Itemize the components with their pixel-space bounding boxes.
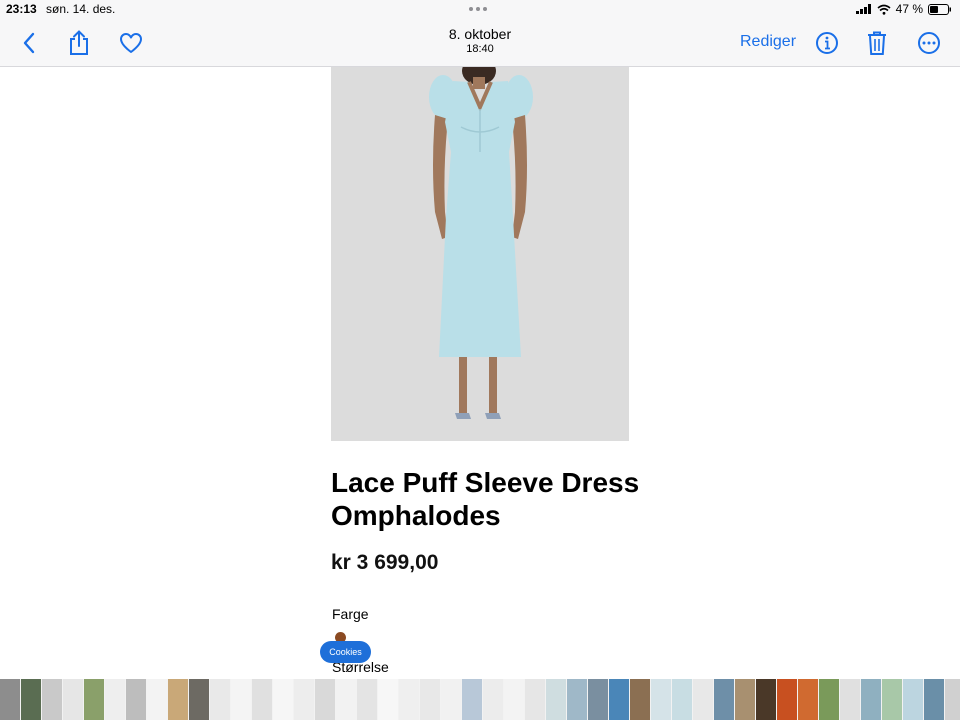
photo-thumbnail[interactable] [756,679,776,720]
photo-thumbnail[interactable] [630,679,650,720]
photo-thumbnail[interactable] [714,679,734,720]
photo-thumbnail[interactable] [42,679,62,720]
photo-time: 18:40 [466,43,494,55]
photo-thumbnail[interactable] [420,679,440,720]
photo-thumbnail[interactable] [861,679,881,720]
more-button[interactable] [913,27,945,59]
photo-thumbnail[interactable] [798,679,818,720]
photo-thumbnail[interactable] [462,679,482,720]
photo-date: 8. oktober [448,26,512,42]
delete-button[interactable] [861,27,893,59]
photo-thumbnail[interactable] [735,679,755,720]
more-icon [918,32,940,54]
product-photo [331,67,629,441]
photo-thumbnail[interactable] [693,679,713,720]
trash-icon [868,31,886,55]
photo-thumbnail[interactable] [882,679,902,720]
status-date: søn. 14. des. [46,2,116,16]
photo-thumbnail[interactable] [210,679,230,720]
photo-thumbnail[interactable] [168,679,188,720]
cookies-button[interactable]: Cookies [320,641,371,663]
photo-thumbnail[interactable] [651,679,671,720]
photo-thumbnail[interactable] [378,679,398,720]
photo-thumbnail[interactable] [924,679,944,720]
photo-thumbnail[interactable] [483,679,503,720]
photo-thumbnail[interactable] [840,679,860,720]
photo-thumbnail[interactable] [945,679,960,720]
photo-thumbnail[interactable] [399,679,419,720]
wifi-icon [877,4,891,15]
photo-thumbnail[interactable] [441,679,461,720]
photo-thumbnail[interactable] [0,679,20,720]
photo-thumbnail[interactable] [63,679,83,720]
photo-thumbnail[interactable] [336,679,356,720]
photo-thumbnail[interactable] [777,679,797,720]
favorite-button[interactable] [115,27,147,59]
photo-thumbnail[interactable] [588,679,608,720]
heart-icon [120,33,142,53]
photo-thumbnail-strip[interactable] [0,679,960,720]
photo-thumbnail[interactable] [21,679,41,720]
photo-thumbnail[interactable] [525,679,545,720]
photo-thumbnail[interactable] [315,679,335,720]
photo-thumbnail[interactable] [84,679,104,720]
product-title: Lace Puff Sleeve Dress Omphalodes [331,467,640,531]
back-button[interactable] [13,27,45,59]
photo-thumbnail[interactable] [819,679,839,720]
dress-model-illustration [331,67,629,441]
share-icon [70,30,88,55]
battery-icon [928,3,951,15]
edit-button[interactable]: Rediger [740,33,796,51]
back-chevron-icon [23,32,35,54]
photo-thumbnail[interactable] [147,679,167,720]
photo-thumbnail[interactable] [273,679,293,720]
info-icon [816,32,838,54]
photo-thumbnail[interactable] [546,679,566,720]
photo-thumbnail[interactable] [672,679,692,720]
product-price: kr 3 699,00 [331,551,439,574]
color-label: Farge [332,606,369,622]
photo-thumbnail[interactable] [567,679,587,720]
photo-thumbnail[interactable] [189,679,209,720]
status-time: 23:13 [6,2,37,16]
multitasking-dots-icon[interactable] [469,7,487,11]
status-indicators: 47 % [855,2,952,16]
cellular-signal-icon [855,4,871,14]
share-button[interactable] [63,27,95,59]
photo-thumbnail[interactable] [504,679,524,720]
photo-thumbnail[interactable] [294,679,314,720]
photo-thumbnail[interactable] [105,679,125,720]
battery-percent: 47 % [895,2,923,16]
photo-title: 8. oktober 18:40 [380,26,580,56]
photo-thumbnail[interactable] [252,679,272,720]
photo-thumbnail[interactable] [126,679,146,720]
photo-thumbnail[interactable] [903,679,923,720]
photo-thumbnail[interactable] [231,679,251,720]
photo-thumbnail[interactable] [609,679,629,720]
photo-thumbnail[interactable] [357,679,377,720]
top-toolbar: 23:13 søn. 14. des. 47 % 8. oktober 18:4… [0,0,960,67]
info-button[interactable] [811,27,843,59]
